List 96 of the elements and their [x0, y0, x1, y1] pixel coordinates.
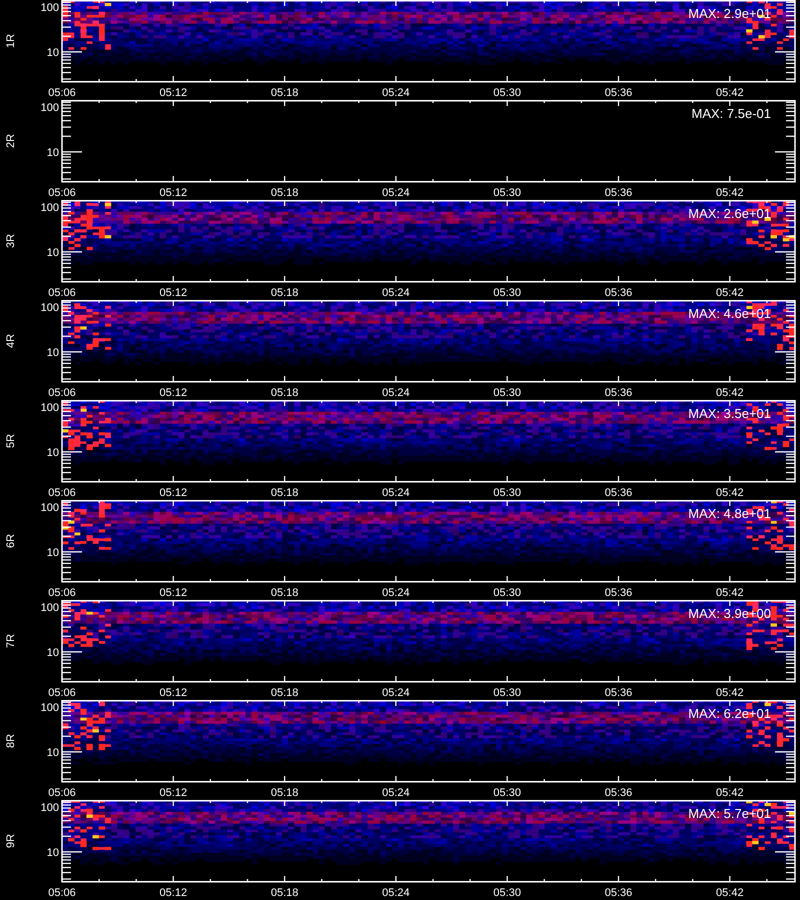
- tick-label: 05:06: [48, 887, 76, 899]
- tick-label: 100: [40, 202, 59, 214]
- tick-label: 05:18: [270, 887, 298, 899]
- tick-label: 05:42: [716, 87, 744, 99]
- tick-label: 100: [40, 502, 59, 514]
- tick-label: 05:18: [270, 487, 298, 499]
- tick-label: 05:18: [270, 687, 298, 699]
- y-axis-label: 9R: [5, 834, 17, 848]
- max-value-label: MAX: 6.2e+01: [688, 706, 771, 721]
- tick-label: 100: [40, 602, 59, 614]
- tick-label: 05:18: [270, 187, 298, 199]
- tick-label: 05:36: [604, 787, 632, 799]
- tick-label: 05:30: [493, 587, 521, 599]
- tick-label: 05:12: [160, 787, 188, 799]
- tick-label: 05:30: [493, 787, 521, 799]
- tick-label: 05:42: [716, 787, 744, 799]
- tick-label: 05:42: [716, 387, 744, 399]
- tick-label: 05:24: [382, 687, 410, 699]
- tick-label: 10: [46, 346, 59, 359]
- tick-label: 05:42: [716, 487, 744, 499]
- tick-label: 05:06: [48, 687, 76, 699]
- max-value-label: MAX: 2.6e+01: [688, 206, 771, 221]
- y-axis-label: 4R: [5, 334, 17, 348]
- y-axis-label: 7R: [5, 634, 17, 648]
- tick-label: 10: [46, 46, 59, 59]
- tick-label: 05:06: [48, 187, 76, 199]
- tick-label: 05:30: [493, 687, 521, 699]
- tick-label: 05:42: [716, 887, 744, 899]
- tick-label: 05:24: [382, 887, 410, 899]
- tick-label: 05:36: [604, 487, 632, 499]
- tick-label: 05:12: [160, 287, 188, 299]
- tick-label: 05:42: [716, 587, 744, 599]
- tick-label: 05:12: [160, 487, 188, 499]
- tick-label: 10: [46, 446, 59, 459]
- tick-label: 05:30: [493, 887, 521, 899]
- tick-label: 05:06: [48, 787, 76, 799]
- tick-label: 05:24: [382, 587, 410, 599]
- tick-label: 05:42: [716, 287, 744, 299]
- tick-label: 100: [40, 302, 59, 314]
- tick-label: 05:30: [493, 187, 521, 199]
- tick-label: 05:12: [160, 587, 188, 599]
- y-axis-label: 1R: [5, 34, 17, 48]
- tick-label: 05:36: [604, 287, 632, 299]
- tick-label: 05:18: [270, 287, 298, 299]
- tick-label: 05:42: [716, 187, 744, 199]
- tick-label: 05:24: [382, 87, 410, 99]
- tick-label: 05:24: [382, 187, 410, 199]
- tick-label: 05:18: [270, 387, 298, 399]
- max-value-label: MAX: 5.7e+01: [688, 806, 771, 821]
- tick-label: 05:24: [382, 287, 410, 299]
- tick-label: 100: [40, 702, 59, 714]
- tick-label: 05:12: [160, 87, 188, 99]
- tick-label: 05:12: [160, 187, 188, 199]
- tick-label: 05:06: [48, 487, 76, 499]
- tick-label: 100: [40, 402, 59, 414]
- max-value-label: MAX: 7.5e-01: [692, 106, 771, 121]
- tick-label: 05:30: [493, 387, 521, 399]
- tick-label: 05:42: [716, 687, 744, 699]
- tick-label: 05:12: [160, 687, 188, 699]
- max-value-label: MAX: 2.9e+01: [688, 6, 771, 21]
- y-axis-label: 8R: [5, 734, 17, 748]
- y-axis-label: 5R: [5, 434, 17, 448]
- tick-label: 05:06: [48, 387, 76, 399]
- y-axis-label: 3R: [5, 234, 17, 248]
- y-axis-label: 2R: [5, 134, 17, 148]
- tick-label: 10: [46, 146, 59, 159]
- tick-label: 05:24: [382, 787, 410, 799]
- tick-label: 100: [40, 802, 59, 814]
- max-value-label: MAX: 3.5e+01: [688, 406, 771, 421]
- tick-label: 10: [46, 246, 59, 259]
- tick-label: 10: [46, 546, 59, 559]
- tick-label: 100: [40, 102, 59, 114]
- tick-label: 05:36: [604, 687, 632, 699]
- tick-label: 05:24: [382, 487, 410, 499]
- tick-label: 05:36: [604, 387, 632, 399]
- tick-label: 05:06: [48, 87, 76, 99]
- tick-label: 05:30: [493, 287, 521, 299]
- tick-label: 05:30: [493, 487, 521, 499]
- tick-label: 10: [46, 646, 59, 659]
- tick-label: 05:30: [493, 87, 521, 99]
- tick-label: 05:18: [270, 787, 298, 799]
- tick-label: 05:06: [48, 587, 76, 599]
- tick-label: 05:12: [160, 887, 188, 899]
- y-axis-label: 6R: [5, 534, 17, 548]
- tick-label: 05:24: [382, 387, 410, 399]
- tick-label: 05:36: [604, 187, 632, 199]
- tick-label: 100: [40, 2, 59, 14]
- tick-label: 05:18: [270, 587, 298, 599]
- tick-label: 10: [46, 746, 59, 759]
- tick-label: 05:12: [160, 387, 188, 399]
- tick-label: 05:18: [270, 87, 298, 99]
- tick-label: 05:36: [604, 87, 632, 99]
- tick-label: 05:06: [48, 287, 76, 299]
- tick-label: 05:36: [604, 887, 632, 899]
- tick-label: 10: [46, 846, 59, 859]
- tick-label: 05:36: [604, 587, 632, 599]
